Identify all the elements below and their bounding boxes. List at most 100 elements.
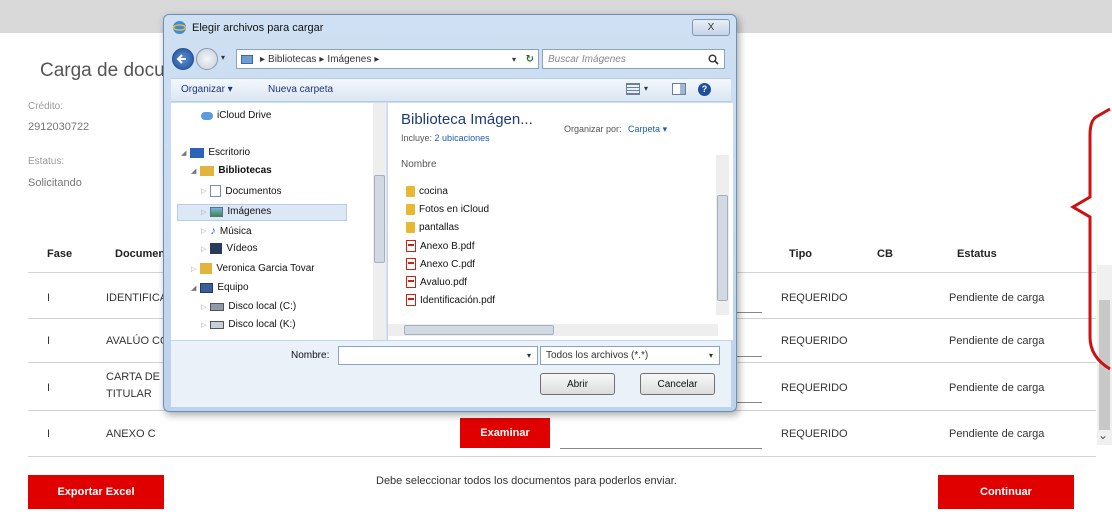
file-item-pdf[interactable]: Anexo C.pdf xyxy=(406,258,475,270)
breadcrumb-separator-icon: ▸ xyxy=(260,53,266,65)
help-icon[interactable]: ? xyxy=(698,83,711,96)
horizontal-scrollbar-thumb[interactable] xyxy=(404,325,554,335)
export-excel-button[interactable]: Exportar Excel xyxy=(28,475,164,509)
file-list-scrollbar-thumb[interactable] xyxy=(717,195,728,301)
row4-fase: I xyxy=(47,428,51,440)
filetype-select[interactable]: Todos los archivos (*.*) ▾ xyxy=(540,346,720,365)
file-dialog: Elegir archivos para cargar X ▾ ▸ Biblio… xyxy=(163,14,737,412)
row-divider xyxy=(28,456,1096,457)
preview-pane-icon[interactable] xyxy=(672,83,686,95)
close-button[interactable]: X xyxy=(692,19,730,36)
filename-input[interactable]: ▾ xyxy=(338,346,538,365)
breadcrumb-imagenes[interactable]: Imágenes xyxy=(327,54,371,65)
disk-icon xyxy=(210,320,225,329)
tree-item-documentos[interactable]: ▷ Documentos xyxy=(201,185,282,197)
navigation-scrollbar-thumb[interactable] xyxy=(374,175,385,263)
expand-arrow-icon: ◢ xyxy=(181,149,187,157)
file-name: Fotos en iCloud xyxy=(419,204,490,215)
row1-estatus: Pendiente de carga xyxy=(949,292,1045,304)
filetype-dropdown-icon[interactable]: ▾ xyxy=(709,351,713,360)
callout-highlight xyxy=(1070,107,1111,371)
breadcrumb-separator-icon: ▸ xyxy=(374,53,380,65)
row4-documento: ANEXO C xyxy=(106,428,156,440)
column-header-name[interactable]: Nombre xyxy=(401,159,437,170)
view-options-icon[interactable] xyxy=(626,83,640,95)
expand-arrow-icon: ▷ xyxy=(191,265,197,273)
row4-estatus: Pendiente de carga xyxy=(949,428,1045,440)
organize-menu[interactable]: Organizar ▾ xyxy=(181,84,233,95)
refresh-icon[interactable]: ↻ xyxy=(526,54,534,65)
tree-label: Disco local (C:) xyxy=(228,301,297,312)
file-name: pantallas xyxy=(419,222,460,233)
tree-item-disk-k[interactable]: ▷ Disco local (K:) xyxy=(201,319,296,330)
row2-fase: I xyxy=(47,335,51,347)
address-dropdown-icon[interactable]: ▾ xyxy=(512,55,516,64)
tree-item-videos[interactable]: ▷ Vídeos xyxy=(201,243,258,254)
file-item-pdf[interactable]: Anexo B.pdf xyxy=(406,240,474,252)
tree-item-icloud[interactable]: iCloud Drive xyxy=(201,110,271,121)
file-item-pdf[interactable]: Avaluo.pdf xyxy=(406,276,467,288)
file-item-folder[interactable]: cocina xyxy=(406,186,448,197)
expand-arrow-icon: ▷ xyxy=(201,321,207,329)
history-dropdown-icon[interactable]: ▾ xyxy=(221,53,225,62)
open-button[interactable]: Abrir xyxy=(540,373,615,395)
tree-item-bibliotecas[interactable]: ◢ Bibliotecas xyxy=(191,165,272,176)
row3-tipo: REQUERIDO xyxy=(781,382,848,394)
row1-tipo: REQUERIDO xyxy=(781,292,848,304)
pdf-icon xyxy=(406,294,416,306)
desktop-icon xyxy=(190,147,205,158)
tree-item-imagenes[interactable]: ▷ Imágenes xyxy=(201,206,271,217)
computer-icon xyxy=(200,282,214,293)
search-icon xyxy=(708,54,719,65)
library-title: Biblioteca Imágen... xyxy=(401,111,533,128)
tree-item-user[interactable]: ▷ Veronica Garcia Tovar xyxy=(191,263,315,274)
credito-value: 2912030722 xyxy=(28,121,90,133)
file-item-folder[interactable]: Fotos en iCloud xyxy=(406,204,489,215)
row1-fase: I xyxy=(47,292,51,304)
examinar-button[interactable]: Examinar xyxy=(460,418,550,448)
user-folder-icon xyxy=(200,263,213,274)
forward-button[interactable] xyxy=(196,48,218,70)
cancel-button[interactable]: Cancelar xyxy=(640,373,715,395)
file-list-scrollbar[interactable] xyxy=(716,155,729,315)
new-folder-button[interactable]: Nueva carpeta xyxy=(268,84,333,95)
cloud-icon xyxy=(201,111,213,120)
file-item-pdf[interactable]: Identificación.pdf xyxy=(406,294,495,306)
tree-item-musica[interactable]: ▷ ♪ Música xyxy=(201,225,252,237)
address-bar[interactable]: ▸ Bibliotecas ▸ Imágenes ▸ ▾ ↻ xyxy=(236,49,539,69)
breadcrumb-bibliotecas[interactable]: Bibliotecas xyxy=(268,54,316,65)
folder-icon xyxy=(406,204,415,215)
organize-by-dropdown[interactable]: Carpeta ▾ xyxy=(628,124,667,134)
tree-label: Disco local (K:) xyxy=(228,319,296,330)
tree-item-escritorio[interactable]: ◢ Escritorio xyxy=(181,147,250,158)
tree-label: Bibliotecas xyxy=(218,165,272,176)
header-cb: CB xyxy=(877,248,893,260)
expand-arrow-icon: ▷ xyxy=(201,228,207,235)
back-button[interactable] xyxy=(172,48,194,70)
file-list-pane: Biblioteca Imágen... Incluye: 2 ubicacio… xyxy=(388,103,733,340)
filename-dropdown-icon[interactable]: ▾ xyxy=(527,351,531,360)
dialog-title: Elegir archivos para cargar xyxy=(192,22,324,34)
header-tipo: Tipo xyxy=(789,248,813,260)
search-placeholder: Buscar Imágenes xyxy=(548,53,626,65)
tree-label: Vídeos xyxy=(226,243,258,254)
expand-arrow-icon: ▷ xyxy=(201,245,207,253)
library-icon xyxy=(241,54,253,64)
tree-item-equipo[interactable]: ◢ Equipo xyxy=(191,282,249,293)
horizontal-scrollbar[interactable] xyxy=(388,324,718,336)
continue-button[interactable]: Continuar xyxy=(938,475,1074,509)
includes-link[interactable]: 2 ubicaciones xyxy=(435,133,490,143)
file-field-underline[interactable] xyxy=(560,448,762,449)
chevron-down-icon[interactable]: ⌄ xyxy=(1098,428,1108,442)
file-item-folder[interactable]: pantallas xyxy=(406,222,459,233)
file-field-underline xyxy=(737,312,762,313)
row3-documento-line2: TITULAR xyxy=(106,388,152,400)
search-input[interactable]: Buscar Imágenes xyxy=(542,49,725,69)
documents-icon xyxy=(210,185,222,197)
pdf-icon xyxy=(406,258,416,270)
folder-icon xyxy=(406,186,415,197)
navigation-scrollbar[interactable] xyxy=(373,103,386,340)
tree-item-disk-c[interactable]: ▷ Disco local (C:) xyxy=(201,301,296,312)
expand-arrow-icon: ▷ xyxy=(201,303,207,311)
view-dropdown-icon[interactable]: ▾ xyxy=(644,84,648,93)
